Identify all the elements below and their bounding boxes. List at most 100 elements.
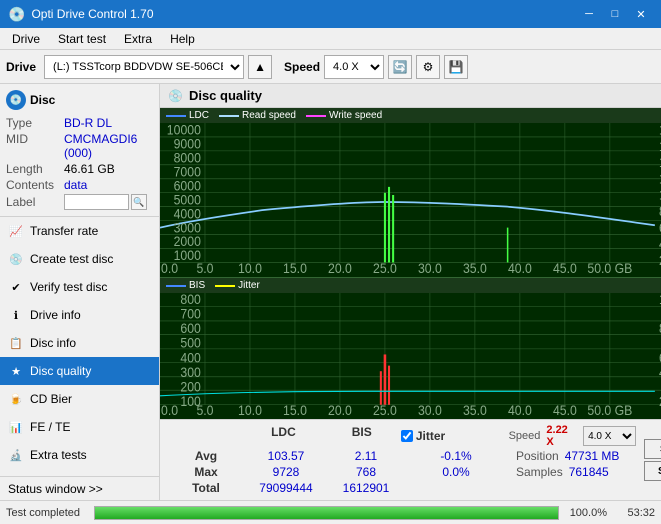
jitter-checkbox[interactable] [401, 430, 413, 442]
disc-contents-value: data [64, 178, 153, 192]
read-color [219, 115, 239, 117]
jitter-label: Jitter [238, 280, 260, 291]
sidebar-item-transfer-rate[interactable]: 📈 Transfer rate [0, 217, 159, 245]
svg-text:35.0: 35.0 [463, 260, 487, 274]
progress-bar-fill [95, 507, 558, 519]
sidebar-item-disc-info[interactable]: 📋 Disc info [0, 329, 159, 357]
app-title: Opti Drive Control 1.70 [31, 7, 153, 21]
speed-stat-label: Speed [509, 430, 541, 442]
write-label: Write speed [329, 110, 382, 121]
charts-container: LDC Read speed Write speed [160, 108, 661, 419]
speed-stat-select[interactable]: 4.0 X [583, 426, 636, 446]
svg-text:45.0: 45.0 [553, 402, 577, 416]
start-buttons: Start full Start part [644, 439, 661, 481]
disc-label-row: Label 🔍 [6, 194, 153, 210]
create-test-disc-icon: 💿 [8, 251, 24, 267]
svg-text:800: 800 [180, 293, 200, 307]
disc-label-input[interactable] [64, 194, 129, 210]
minimize-button[interactable]: ─ [577, 4, 601, 24]
max-jitter-value: 0.0% [406, 464, 506, 480]
progress-bar-container [94, 506, 559, 520]
disc-type-value: BD-R DL [64, 116, 153, 130]
stats-max-row: Max 9728 768 0.0% Samples 761845 [166, 464, 636, 480]
svg-text:700: 700 [180, 306, 200, 322]
statusbar: Test completed 100.0% 53:32 [0, 500, 661, 524]
menu-drive[interactable]: Drive [4, 29, 48, 49]
avg-bis-value: 2.11 [326, 448, 406, 464]
close-button[interactable]: ✕ [629, 4, 653, 24]
svg-text:0.0: 0.0 [161, 402, 178, 416]
svg-text:15.0: 15.0 [283, 260, 307, 274]
refresh-button[interactable]: 🔄 [388, 55, 412, 79]
fe-te-icon: 📊 [8, 419, 24, 435]
menu-start-test[interactable]: Start test [50, 29, 114, 49]
svg-text:200: 200 [180, 379, 200, 395]
content-title: Disc quality [189, 88, 262, 103]
speed-header-group: Speed 2.22 X 4.0 X [509, 424, 637, 448]
sidebar-item-cd-bier[interactable]: 🍺 CD Bier [0, 385, 159, 413]
main-layout: 💿 Disc Type BD-R DL MID CMCMAGDI6 (000) … [0, 84, 661, 500]
bis-color [166, 285, 186, 287]
svg-text:0.0: 0.0 [161, 260, 178, 274]
disc-length-row: Length 46.61 GB [6, 162, 153, 176]
sidebar-item-verify-test-disc[interactable]: ✔ Verify test disc [0, 273, 159, 301]
sidebar-item-drive-info[interactable]: ℹ Drive info [0, 301, 159, 329]
app-icon: 💿 [8, 6, 25, 23]
titlebar-left: 💿 Opti Drive Control 1.70 [8, 6, 154, 23]
create-test-disc-label: Create test disc [30, 252, 113, 266]
settings-button[interactable]: ⚙ [416, 55, 440, 79]
sidebar-item-fe-te[interactable]: 📊 FE / TE [0, 413, 159, 441]
content-area: 💿 Disc quality LDC Read speed [160, 84, 661, 500]
menu-help[interactable]: Help [162, 29, 203, 49]
svg-text:500: 500 [180, 335, 200, 351]
sidebar-item-create-test-disc[interactable]: 💿 Create test disc [0, 245, 159, 273]
svg-text:50.0 GB: 50.0 GB [587, 260, 632, 274]
svg-text:40.0: 40.0 [508, 402, 532, 416]
disc-info-section: 💿 Disc Type BD-R DL MID CMCMAGDI6 (000) … [0, 84, 159, 217]
svg-text:30.0: 30.0 [418, 260, 442, 274]
menu-extra[interactable]: Extra [116, 29, 160, 49]
svg-text:35.0: 35.0 [463, 402, 487, 416]
chart1-svg: 10000 9000 8000 7000 6000 5000 4000 3000… [160, 123, 661, 274]
stats-ldc-header: LDC [244, 424, 322, 448]
toolbar: Drive (L:) TSSTcorp BDDVDW SE-506CB TS02… [0, 50, 661, 84]
save-button[interactable]: 💾 [444, 55, 468, 79]
sidebar-item-extra-tests[interactable]: 🔬 Extra tests [0, 441, 159, 469]
legend-ldc: LDC [166, 110, 209, 121]
content-header: 💿 Disc quality [160, 84, 661, 108]
start-part-button[interactable]: Start part [644, 461, 661, 481]
svg-text:15.0: 15.0 [283, 402, 307, 416]
disc-label-search-button[interactable]: 🔍 [131, 194, 147, 210]
svg-text:40.0: 40.0 [508, 260, 532, 274]
time-text: 53:32 [615, 507, 655, 519]
fe-te-label: FE / TE [30, 420, 70, 434]
sidebar-item-disc-quality[interactable]: ★ Disc quality [0, 357, 159, 385]
status-window-button[interactable]: Status window >> [0, 476, 159, 500]
titlebar-controls: ─ □ ✕ [577, 4, 653, 24]
legend-write: Write speed [306, 110, 382, 121]
samples-group: Samples 761845 [516, 464, 609, 480]
stats-empty-cell [166, 424, 244, 448]
avg-jitter-value: -0.1% [406, 448, 506, 464]
eject-button[interactable]: ▲ [248, 55, 272, 79]
disc-length-label: Length [6, 162, 64, 176]
total-ldc-value: 79099444 [246, 480, 326, 496]
svg-text:600: 600 [180, 321, 200, 337]
titlebar: 💿 Opti Drive Control 1.70 ─ □ ✕ [0, 0, 661, 28]
disc-label-label: Label [6, 195, 64, 209]
disc-length-value: 46.61 GB [64, 162, 153, 176]
maximize-button[interactable]: □ [603, 4, 627, 24]
drive-select[interactable]: (L:) TSSTcorp BDDVDW SE-506CB TS02 [44, 55, 244, 79]
svg-text:25.0: 25.0 [373, 260, 397, 274]
sidebar: 💿 Disc Type BD-R DL MID CMCMAGDI6 (000) … [0, 84, 160, 500]
legend-jitter: Jitter [215, 280, 260, 291]
disc-info-label: Disc info [30, 336, 76, 350]
status-text: Test completed [6, 507, 86, 519]
max-bis-value: 768 [326, 464, 406, 480]
samples-value: 761845 [569, 465, 609, 479]
stats-avg-row: Avg 103.57 2.11 -0.1% Position 47731 MB [166, 448, 636, 464]
speed-select[interactable]: 4.0 X [324, 55, 384, 79]
speed-label: Speed [284, 60, 320, 74]
samples-label: Samples [516, 465, 563, 479]
start-full-button[interactable]: Start full [644, 439, 661, 459]
